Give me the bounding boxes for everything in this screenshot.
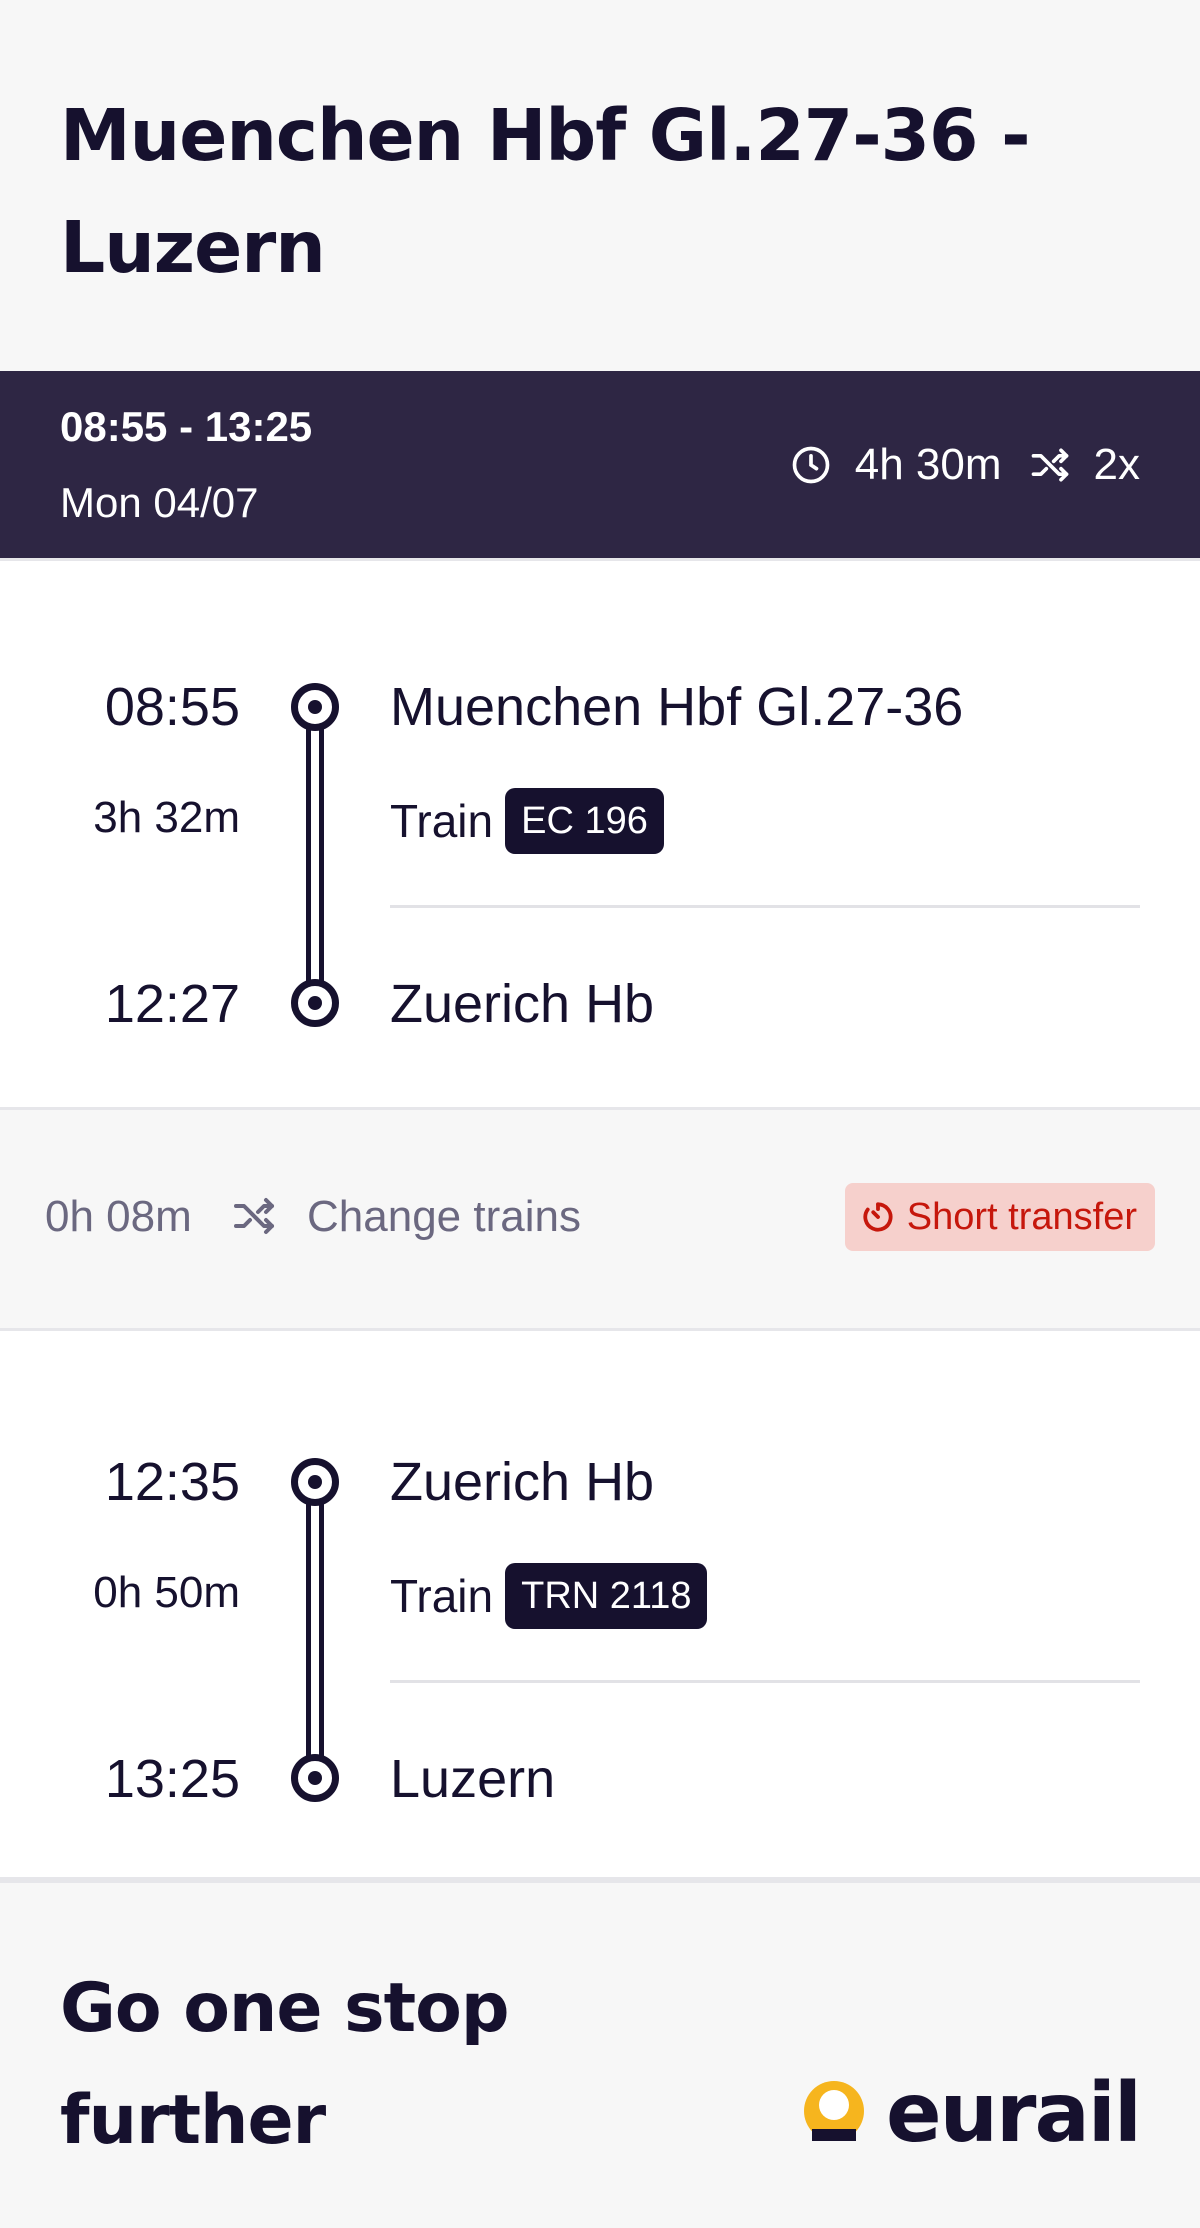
clock-icon xyxy=(789,443,833,487)
timer-icon xyxy=(859,1198,897,1236)
transfer-label: Change trains xyxy=(307,1192,581,1241)
route-timeline xyxy=(291,1458,339,1808)
divider xyxy=(390,905,1140,908)
eurail-logo-mark xyxy=(794,2081,875,2155)
departure-stop-icon xyxy=(291,1458,339,1506)
journey-stats: 4h 30m 2x xyxy=(789,371,1140,558)
journey-times: 08:55 - 13:25 xyxy=(60,403,313,450)
leg-duration: 0h 50m xyxy=(93,1568,240,1617)
eurail-logo-text: eurail xyxy=(886,2066,1142,2161)
journey-date: Mon 04/07 xyxy=(60,479,259,526)
departure-time: 12:35 xyxy=(104,1452,240,1512)
divider xyxy=(390,1680,1140,1683)
arrival-time: 12:27 xyxy=(104,974,240,1034)
departure-station: Muenchen Hbf Gl.27-36 xyxy=(390,677,964,737)
route-timeline xyxy=(291,683,339,1033)
train-number-badge[interactable]: EC 196 xyxy=(505,788,664,854)
transport-mode: Train xyxy=(390,795,494,847)
short-transfer-badge: Short transfer xyxy=(844,1183,1155,1251)
page-header: Muenchen Hbf Gl.27-36 - Luzern xyxy=(0,0,1200,371)
train-number-badge[interactable]: TRN 2118 xyxy=(505,1563,708,1629)
shuffle-icon xyxy=(1028,443,1072,487)
arrival-stop-icon xyxy=(291,1754,339,1802)
journey-transfers: 2x xyxy=(1093,439,1140,489)
train-info: Train EC 196 xyxy=(390,788,664,854)
departure-station: Zuerich Hb xyxy=(390,1452,655,1512)
departure-stop-icon xyxy=(291,683,339,731)
departure-time: 08:55 xyxy=(104,677,240,737)
journey-leg[interactable]: 08:55 3h 32m 12:27 Muenchen Hbf Gl.27-36… xyxy=(0,558,1200,1110)
transport-mode: Train xyxy=(390,1570,494,1622)
journey-summary: 08:55 - 13:25 Mon 04/07 4h 30m 2x xyxy=(0,371,1200,558)
journey-leg[interactable]: 12:35 0h 50m 13:25 Zuerich Hb Train TRN … xyxy=(0,1328,1200,1880)
arrival-station: Luzern xyxy=(390,1749,556,1809)
promo-title: Go one stop further xyxy=(60,1969,510,2160)
promo-footer: Go one stop further eurail xyxy=(0,1880,1200,2227)
arrival-stop-icon xyxy=(291,979,339,1027)
page-title: Muenchen Hbf Gl.27-36 - Luzern xyxy=(60,94,1031,289)
transfer-wait-time: 0h 08m xyxy=(45,1192,192,1241)
journey-duration: 4h 30m xyxy=(854,439,1002,489)
eurail-logo[interactable]: eurail xyxy=(794,2066,1142,2161)
short-transfer-label: Short transfer xyxy=(906,1195,1137,1238)
shuffle-icon xyxy=(230,1192,278,1240)
arrival-time: 13:25 xyxy=(104,1749,240,1809)
train-info: Train TRN 2118 xyxy=(390,1563,708,1629)
leg-duration: 3h 32m xyxy=(93,793,240,842)
arrival-station: Zuerich Hb xyxy=(390,974,655,1034)
transfer-row: 0h 08m Change trains Short transfer xyxy=(0,1110,1200,1328)
